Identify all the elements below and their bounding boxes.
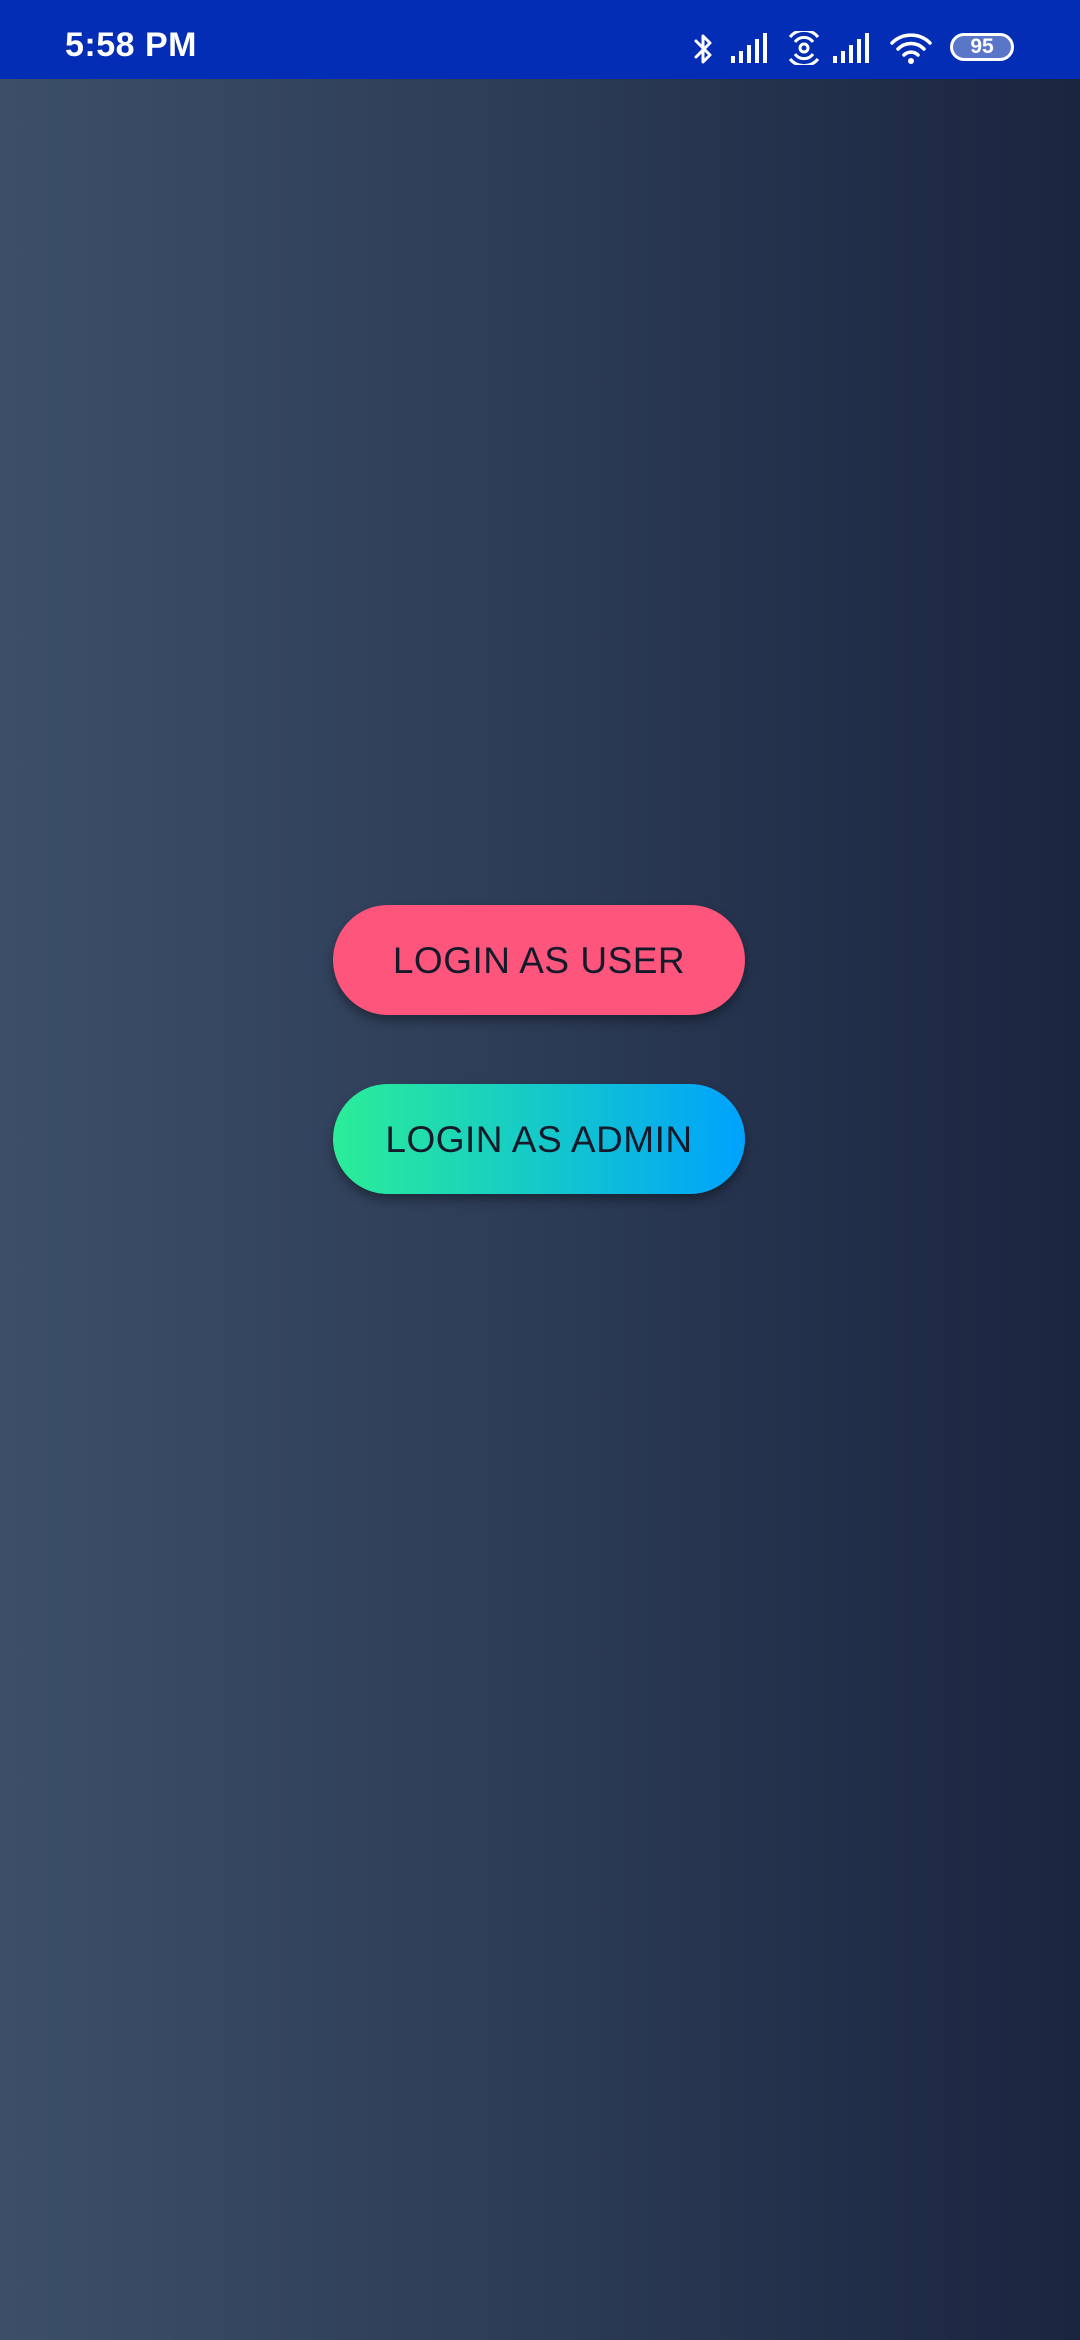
hotspot-icon (788, 31, 820, 65)
login-as-admin-button[interactable]: LOGIN AS ADMIN (333, 1084, 745, 1194)
bluetooth-icon (694, 34, 712, 64)
status-bar: 5:58 PM 95 (0, 0, 1080, 79)
login-screen: LOGIN AS USER LOGIN AS ADMIN (0, 79, 1080, 2340)
battery-level: 95 (970, 35, 994, 58)
signal-icon (731, 33, 767, 63)
signal-icon (833, 33, 869, 63)
login-as-user-button[interactable]: LOGIN AS USER (333, 905, 745, 1015)
battery-icon: 95 (950, 33, 1014, 61)
status-time: 5:58 PM (65, 26, 197, 64)
wifi-icon (890, 33, 932, 64)
